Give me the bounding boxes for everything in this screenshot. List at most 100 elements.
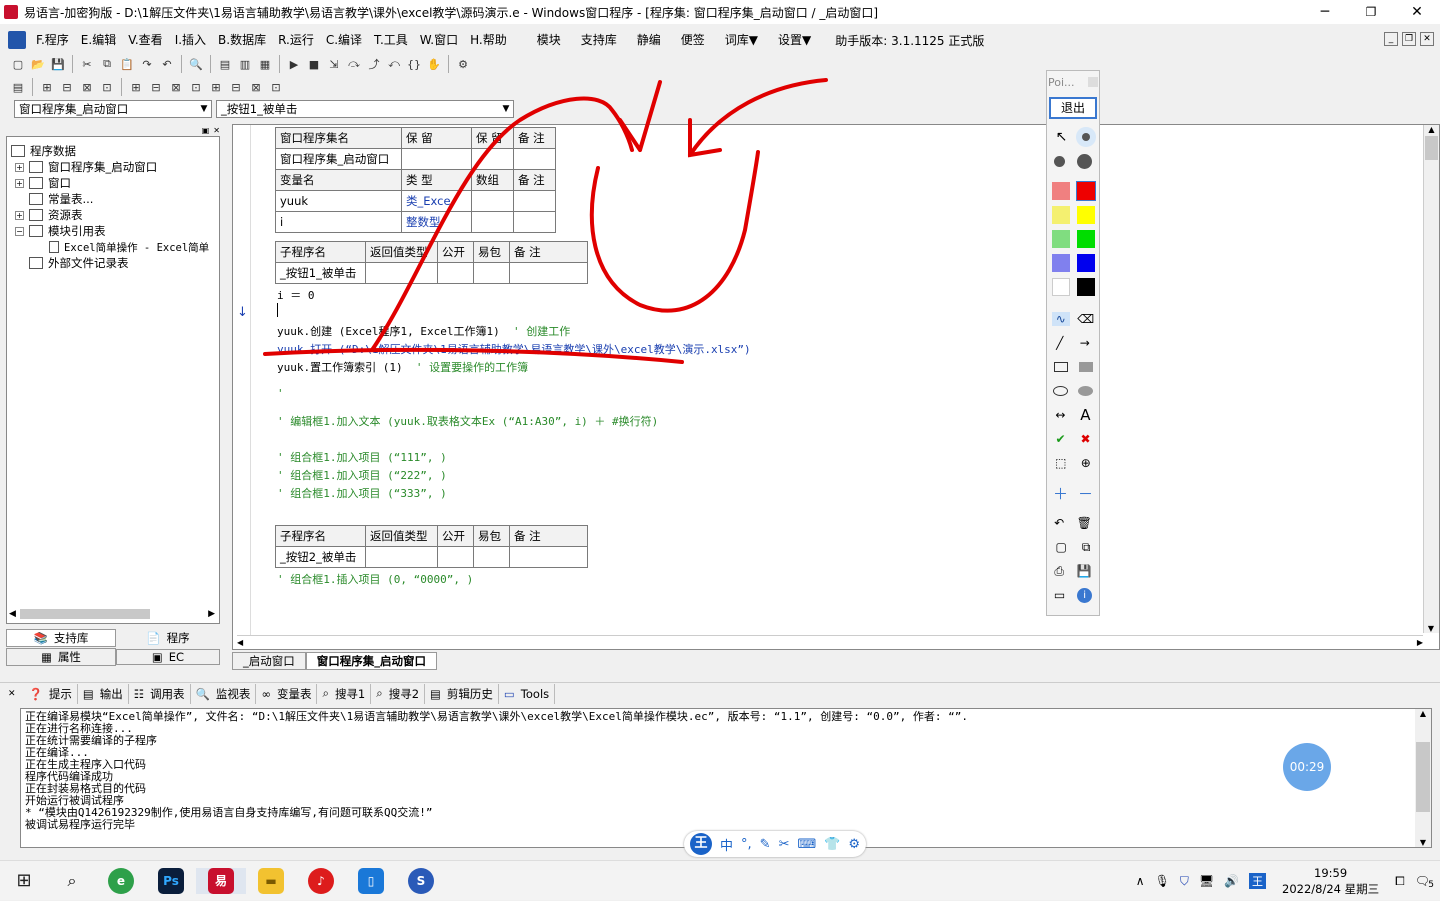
tree-hscrollbar[interactable]: ◀ ▶ [9, 607, 215, 621]
undo-icon[interactable]: ↶ [157, 54, 177, 74]
menu-item[interactable]: R.运行 [272, 29, 320, 51]
red-swatch[interactable] [1075, 181, 1096, 201]
scroll-up-icon[interactable]: ▲ [1424, 125, 1439, 134]
editor-vscrollbar[interactable]: ▲ ▼ [1423, 125, 1439, 633]
tab-call-table[interactable]: ☷ 调用表 [129, 683, 191, 704]
scissors-icon[interactable]: ✂ [779, 837, 790, 852]
tab-start-window[interactable]: _启动窗口 [232, 652, 306, 670]
screen-icon[interactable]: ▭ [1054, 588, 1065, 602]
expand-icon[interactable]: + [15, 178, 24, 188]
notification-icon[interactable]: 🗨 5 [1415, 874, 1434, 890]
code-line[interactable]: yuuk.创建 (Excel程序1, Excel工作簿1) ' 创建工作 [277, 323, 570, 339]
check-icon[interactable]: ✔ [1055, 432, 1065, 446]
ime-tray-icon[interactable]: 王 [1249, 873, 1267, 889]
tab-ec[interactable]: ▣ EC [116, 649, 220, 665]
windows-start-icon[interactable]: ⊞ [0, 870, 48, 891]
braces-icon[interactable]: {} [404, 54, 424, 74]
tab-search2[interactable]: ⌕ 搜寻2 [371, 683, 426, 704]
stop-icon[interactable]: ■ [304, 54, 324, 74]
menu-extra-item[interactable]: 词库▼ [715, 29, 768, 51]
tab-clip-history[interactable]: ▤ 剪辑历史 [425, 683, 499, 704]
tree-item-external[interactable]: 外部文件记录表 [11, 255, 215, 271]
mdi-restore-button[interactable]: ❐ [1402, 32, 1416, 46]
microphone-icon[interactable]: 🎙 [1155, 874, 1170, 888]
eyuyan-app-icon[interactable]: 易 [196, 867, 246, 894]
subroutine-select[interactable]: _按钮1_被单击 ▼ [216, 100, 514, 118]
browser-s-icon[interactable]: S [396, 867, 446, 894]
code-line[interactable]: ' 编辑框1.加入文本 (yuuk.取表格文本Ex (“A1:A30”, i) … [277, 413, 658, 429]
cell[interactable] [509, 262, 588, 284]
cell[interactable]: _按钮2_被单击 [275, 546, 366, 568]
cell[interactable] [513, 211, 556, 233]
tab-hint[interactable]: ❓ 提示 [24, 683, 78, 704]
editor-hscrollbar[interactable]: ◀ ▶ [237, 635, 1423, 649]
code-line[interactable]: yuuk.打开 (“D:\1解压文件夹\1易语言辅助教学\易语言教学\课外\ex… [277, 341, 751, 357]
cross-icon[interactable]: ✖ [1080, 432, 1090, 446]
panel-close-icon[interactable]: ✕ [213, 126, 220, 135]
phone-app-icon[interactable]: ▯ [346, 867, 396, 894]
menu-extra-item[interactable]: 模块 [527, 29, 571, 51]
align-3-icon[interactable]: ⊟ [57, 77, 77, 97]
align-8-icon[interactable]: ⊠ [166, 77, 186, 97]
align-4-icon[interactable]: ⊠ [77, 77, 97, 97]
menu-item[interactable]: V.查看 [122, 29, 168, 51]
align-12-icon[interactable]: ⊠ [246, 77, 266, 97]
settings-icon[interactable]: ⚙ [848, 837, 860, 852]
cell[interactable] [473, 546, 510, 568]
scroll-up-icon[interactable]: ▲ [1415, 709, 1431, 718]
tab-tools[interactable]: ▭ Tools [499, 683, 556, 704]
filled-rectangle-icon[interactable] [1078, 362, 1093, 372]
skin-icon[interactable]: 👕 [824, 837, 840, 852]
light-yellow-swatch[interactable] [1051, 206, 1070, 224]
eraser-icon[interactable]: ⌫ [1077, 312, 1094, 326]
menu-extra-item[interactable]: 静编 [627, 29, 671, 51]
chevron-down-icon[interactable]: ▼ [197, 104, 211, 114]
menu-item[interactable]: W.窗口 [414, 29, 464, 51]
handwrite-icon[interactable]: ✎ [760, 837, 771, 852]
code-line[interactable]: yuuk.置工作簿索引 (1) ' 设置要操作的工作簿 [277, 359, 528, 375]
expand-icon[interactable]: + [15, 162, 24, 172]
paste-icon[interactable]: 📋 [117, 54, 137, 74]
cell[interactable] [365, 262, 438, 284]
tab-output[interactable]: ▤ 输出 [78, 683, 129, 704]
dot-large-icon[interactable] [1077, 153, 1092, 169]
light-blue-swatch[interactable] [1051, 254, 1070, 272]
browser-360-icon[interactable]: e [96, 867, 146, 894]
assembly-select[interactable]: 窗口程序集_启动窗口 ▼ [14, 100, 212, 118]
menu-extra-item[interactable]: 设置▼ [768, 29, 821, 51]
tab-support-lib[interactable]: 📚 支持库 [6, 629, 116, 647]
find-icon[interactable]: 🔍 [186, 54, 206, 74]
expand-icon[interactable]: + [15, 210, 24, 220]
panel-close-icon[interactable] [1088, 77, 1098, 87]
search-icon[interactable]: ⌕ [48, 871, 96, 891]
cell[interactable] [471, 148, 514, 170]
shield-icon[interactable]: ⛉ [1180, 874, 1189, 889]
menu-extra-item[interactable]: 支持库 [571, 29, 627, 51]
cell[interactable]: _按钮1_被单击 [275, 262, 366, 284]
save-icon[interactable]: 💾 [48, 54, 68, 74]
output-vscrollbar[interactable]: ▲ ▼ [1415, 709, 1431, 847]
file-explorer-icon[interactable]: ▬ [246, 867, 296, 894]
cut-icon[interactable]: ✂ [77, 54, 97, 74]
light-red-swatch[interactable] [1051, 182, 1070, 200]
ime-logo-icon[interactable]: 王 [690, 833, 712, 855]
align-6-icon[interactable]: ⊞ [126, 77, 146, 97]
mdi-close-button[interactable]: ✕ [1420, 32, 1434, 46]
cell[interactable] [471, 190, 514, 212]
tab-properties[interactable]: ▦ 属性 [6, 648, 116, 666]
scroll-down-icon[interactable]: ▼ [1415, 838, 1431, 847]
code-line[interactable]: ' 组合框1.插入项目 (0, “0000”, ) [277, 571, 473, 587]
menu-item[interactable]: T.工具 [368, 29, 414, 51]
menu-item[interactable]: C.编译 [320, 29, 368, 51]
black-swatch[interactable] [1076, 278, 1095, 296]
cell[interactable] [437, 262, 474, 284]
redo-icon[interactable]: ↷ [137, 54, 157, 74]
double-arrow-icon[interactable]: ↔ [1055, 408, 1065, 422]
tree-item-assembly[interactable]: + 窗口程序集_启动窗口 [11, 159, 215, 175]
tab-assembly[interactable]: 窗口程序集_启动窗口 [305, 652, 437, 670]
zoom-icon[interactable]: ⊕ [1081, 456, 1091, 470]
new-file-icon[interactable]: ▢ [8, 54, 28, 74]
close-button[interactable]: ✕ [1394, 4, 1440, 20]
cell[interactable] [509, 546, 588, 568]
keyboard-icon[interactable]: ⌨ [797, 837, 816, 852]
